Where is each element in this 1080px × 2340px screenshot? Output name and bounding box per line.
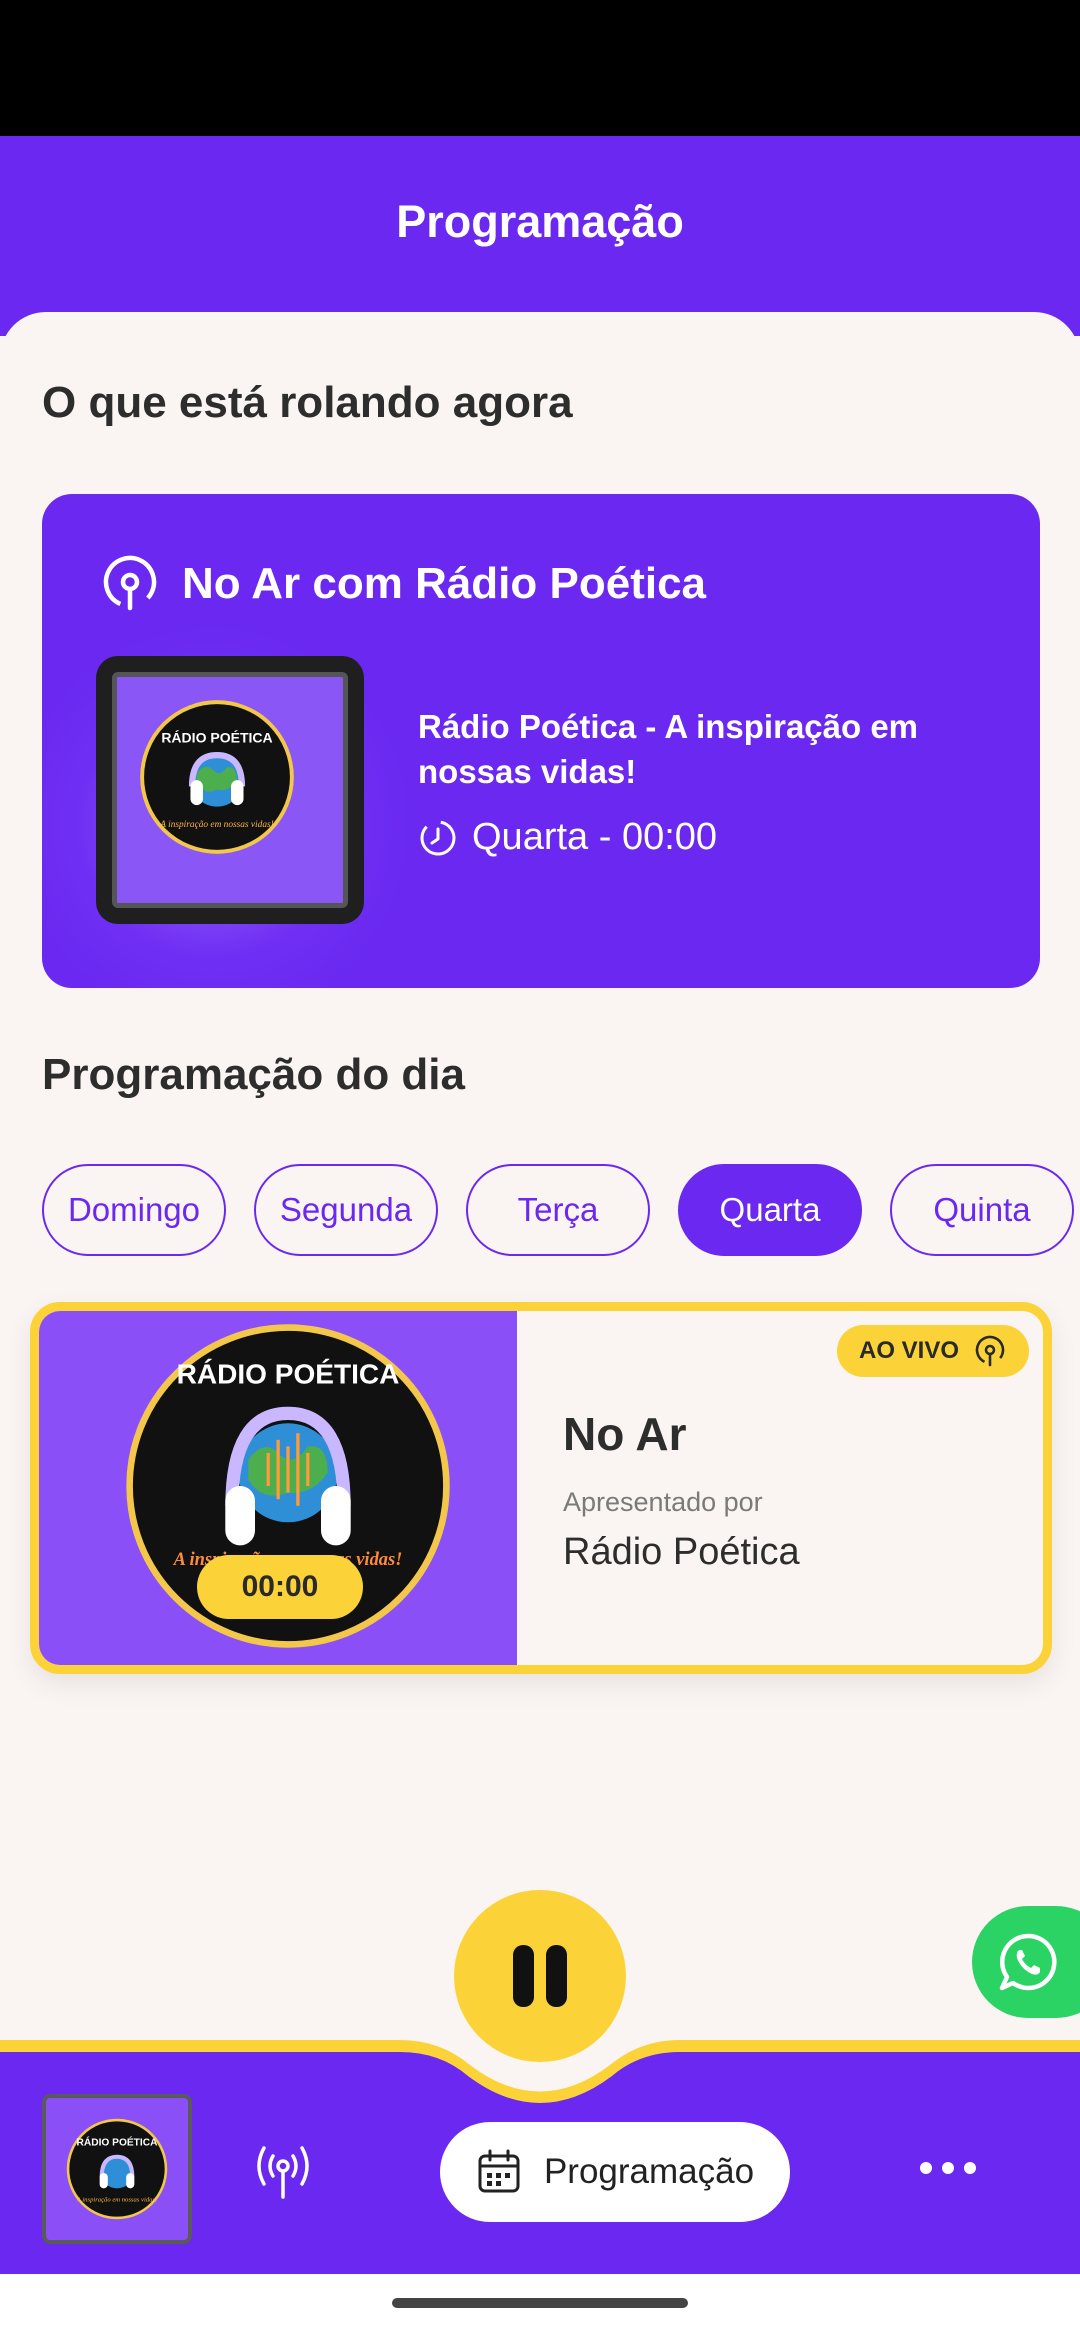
broadcast-pin-icon [103,555,157,611]
page-title: Programação [396,196,684,247]
show-name: No Ar [563,1408,687,1460]
top-app-bar: Programação [0,136,1080,336]
pause-button[interactable] [454,1890,626,2062]
svg-text:RÁDIO POÉTICA: RÁDIO POÉTICA [177,1359,400,1390]
clock-icon [420,820,456,855]
now-playing-card[interactable]: No Ar com Rádio Poética RÁDIO POÉTICA A … [42,494,1040,988]
home-indicator[interactable] [392,2298,688,2308]
now-playing-time: Quarta - 00:00 [472,816,718,858]
status-bar [0,0,1080,136]
whatsapp-button[interactable] [972,1906,1080,2018]
host-name: Rádio Poética [563,1531,800,1573]
now-playing-time-row: Quarta - 00:00 [418,816,717,859]
live-badge: AO VIVO [837,1325,1029,1377]
presented-by-label: Apresentado por [563,1487,763,1517]
radio-antenna-icon[interactable] [252,2142,314,2200]
day-chip-domingo[interactable]: Domingo [42,1164,226,1256]
calendar-icon [478,2149,520,2193]
svg-text:RÁDIO POÉTICA: RÁDIO POÉTICA [77,2136,159,2149]
now-playing-label: No Ar com Rádio Poética [182,559,707,608]
day-chip-terca[interactable]: Terça [466,1164,650,1256]
day-chip-quarta[interactable]: Quarta [678,1164,862,1256]
radio-logo: RÁDIO POÉTICA A inspiração em nossas vid… [140,700,294,854]
day-chip-segunda[interactable]: Segunda [254,1164,438,1256]
day-section-title: Programação do dia [42,1050,466,1099]
schedule-time-pill: 00:00 [197,1555,363,1619]
broadcast-pin-icon [975,1335,1005,1367]
now-section-title: O que está rolando agora [42,378,573,427]
schedule-card[interactable]: RÁDIO POÉTICA A inspiração em nossas vid… [30,1302,1052,1674]
svg-text:A inspiração em nossas vidas!: A inspiração em nossas vidas! [159,820,274,830]
svg-text:A inspiração em nossas vidas!: A inspiração em nossas vidas! [76,2197,157,2204]
pause-icon [513,1945,567,2007]
now-playing-description: Rádio Poética - A inspiração em nossas v… [418,708,919,790]
mini-player-cover[interactable]: RÁDIO POÉTICA A inspiração em nossas vid… [42,2094,192,2244]
programacao-nav-label: Programação [543,2152,755,2191]
schedule-card-image: RÁDIO POÉTICA A inspiração em nossas vid… [39,1311,517,1665]
live-badge-label: AO VIVO [858,1337,960,1364]
programacao-nav-button[interactable]: Programação [440,2122,790,2222]
day-chip-quinta[interactable]: Quinta [890,1164,1074,1256]
app-root: Programação O que está rolando agora No … [0,0,1080,2340]
radio-logo-mini: RÁDIO POÉTICA A inspiração em nossas vid… [66,2118,168,2220]
day-chips: Domingo Segunda Terça Quarta Quinta [42,1164,1080,1256]
svg-text:RÁDIO POÉTICA: RÁDIO POÉTICA [161,730,272,746]
whatsapp-icon [999,1933,1057,1991]
now-playing-header: No Ar com Rádio Poética [100,554,706,614]
now-playing-cover: RÁDIO POÉTICA A inspiração em nossas vid… [96,656,364,924]
more-dots-icon[interactable] [918,2158,978,2178]
